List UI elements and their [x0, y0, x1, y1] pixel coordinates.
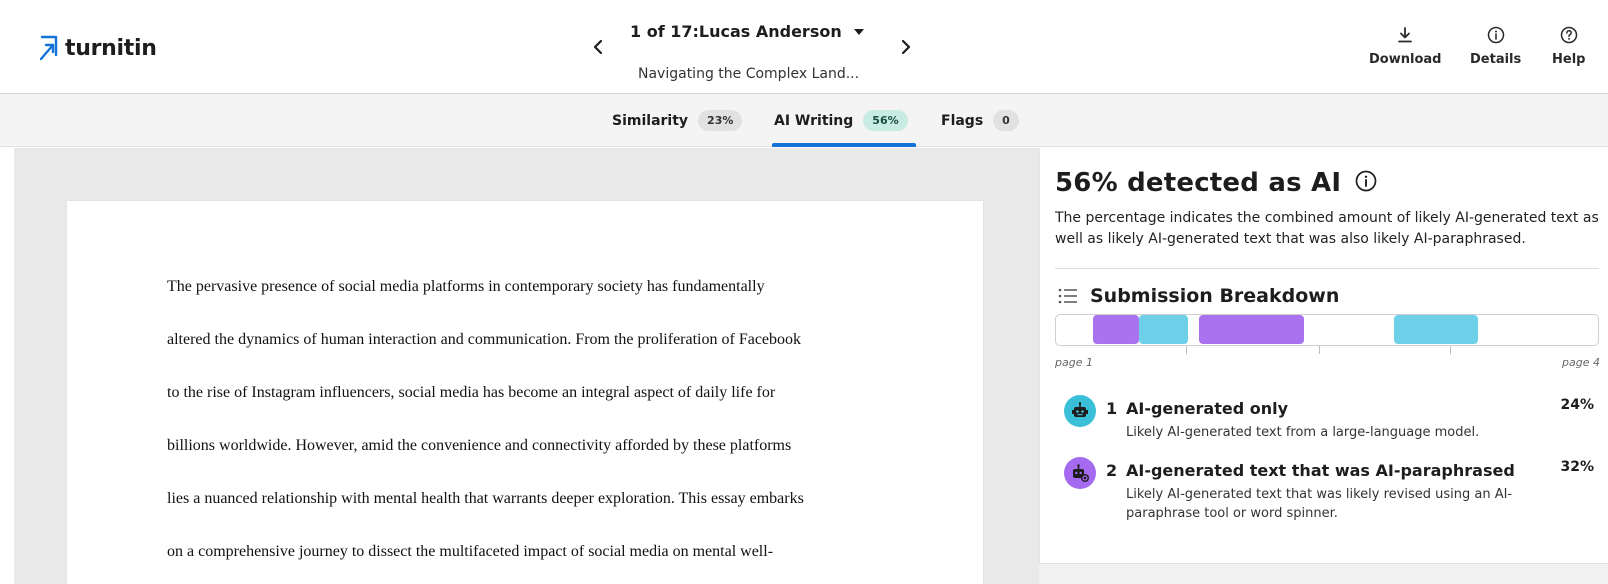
- breakdown-segment-ai-generated[interactable]: [1139, 315, 1188, 344]
- flags-count-badge: 0: [993, 110, 1019, 131]
- list-icon: [1058, 288, 1077, 304]
- next-submission-button[interactable]: [896, 36, 916, 58]
- page-tick: [1450, 346, 1451, 354]
- previous-submission-button[interactable]: [588, 36, 608, 58]
- ai-detection-info-icon[interactable]: [1355, 170, 1377, 196]
- info-icon: [1487, 26, 1504, 44]
- document-line: to the rise of Instagram influencers, so…: [167, 384, 776, 401]
- robot-icon: [1064, 395, 1096, 427]
- page-tick: [1186, 346, 1187, 354]
- submission-breakdown-bar: [1055, 314, 1599, 346]
- tab-flags-label: Flags: [941, 112, 984, 129]
- document-line: on a comprehensive journey to dissect th…: [167, 543, 774, 560]
- download-icon: [1398, 27, 1413, 43]
- ai-detection-title: 56% detected as AI: [1055, 168, 1342, 198]
- document-line: altered the dynamics of human interactio…: [167, 331, 802, 348]
- submission-breakdown-heading: Submission Breakdown: [1058, 285, 1339, 307]
- submission-selector[interactable]: 1 of 17:Lucas Anderson: [630, 22, 864, 41]
- breakdown-segment-ai-paraphrased[interactable]: [1093, 315, 1139, 344]
- submission-breakdown-title: Submission Breakdown: [1090, 285, 1340, 307]
- page-end-label: page 4: [1562, 356, 1600, 369]
- category-percent: 24%: [1560, 397, 1594, 413]
- similarity-score-badge: 23%: [698, 110, 743, 131]
- ai-detection-description: The percentage indicates the combined am…: [1055, 210, 1599, 247]
- tab-flags[interactable]: Flags 0: [941, 94, 1019, 147]
- category-percent: 32%: [1560, 459, 1594, 475]
- download-button[interactable]: Download: [1369, 26, 1441, 67]
- help-label: Help: [1552, 52, 1586, 67]
- document-viewer[interactable]: The pervasive presence of social media p…: [14, 148, 1039, 584]
- tab-similarity-label: Similarity: [612, 112, 689, 129]
- submission-title: 1 of 17:Lucas Anderson: [630, 22, 842, 41]
- turnitin-logo-icon: [38, 34, 60, 62]
- document-line: The pervasive presence of social media p…: [167, 278, 765, 295]
- tab-ai-writing[interactable]: AI Writing 56%: [772, 94, 916, 147]
- category-number: 1: [1106, 399, 1118, 418]
- details-button[interactable]: Details: [1470, 26, 1521, 67]
- tab-bar: Similarity 23% AI Writing 56% Flags 0: [0, 94, 1608, 147]
- chevron-left-icon: [593, 39, 603, 55]
- details-label: Details: [1470, 52, 1522, 67]
- ai-score-badge: 56%: [863, 110, 908, 131]
- category-number: 2: [1106, 461, 1118, 480]
- logo-text: turnitin: [65, 35, 157, 61]
- category-title: AI-generated text that was AI-paraphrase…: [1126, 461, 1515, 480]
- tab-similarity[interactable]: Similarity 23%: [612, 94, 743, 147]
- category-description: Likely AI-generated text from a large-la…: [1126, 425, 1480, 440]
- chevron-right-icon: [901, 39, 911, 55]
- turnitin-logo[interactable]: turnitin: [38, 34, 157, 62]
- document-line: lies a nuanced relationship with mental …: [167, 490, 804, 507]
- help-button[interactable]: Help: [1552, 26, 1585, 67]
- download-label: Download: [1369, 52, 1442, 67]
- help-icon: [1560, 26, 1577, 44]
- category-description: Likely AI-generated text that was likely…: [1126, 487, 1513, 521]
- breakdown-segment-ai-generated[interactable]: [1394, 315, 1478, 344]
- breakdown-segment-ai-paraphrased[interactable]: [1199, 315, 1304, 344]
- document-page: The pervasive presence of social media p…: [67, 201, 983, 584]
- active-tab-indicator: [772, 143, 916, 147]
- divider: [1055, 268, 1599, 269]
- top-header: turnitin 1 of 17:Lucas Anderson Navigati…: [0, 0, 1608, 94]
- page-tick: [1319, 346, 1320, 354]
- document-title: Navigating the Complex Land...: [638, 66, 860, 82]
- caret-down-icon: [853, 28, 864, 35]
- tab-ai-writing-label: AI Writing: [774, 112, 854, 129]
- page-start-label: page 1: [1055, 356, 1093, 369]
- document-line: billions worldwide. However, amid the co…: [167, 437, 792, 454]
- ai-writing-panel: 56% detected as AI The percentage indica…: [1039, 148, 1608, 563]
- panel-next-section: [1039, 563, 1608, 584]
- robot-paraphrase-icon: [1064, 457, 1096, 489]
- category-title: AI-generated only: [1126, 399, 1289, 418]
